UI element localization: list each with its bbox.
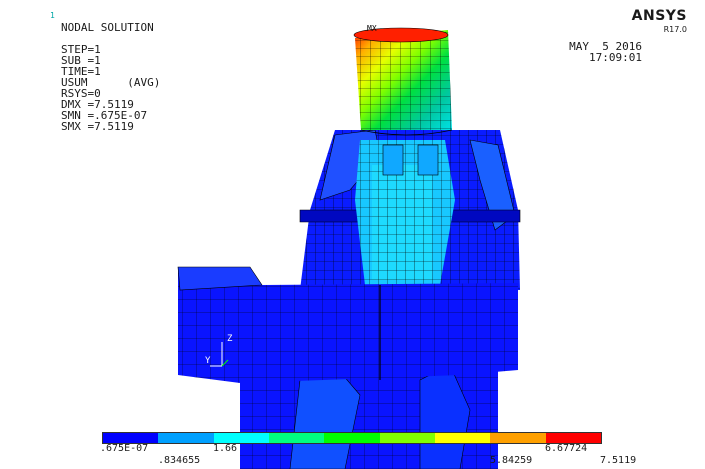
triad-y-label: Y	[205, 356, 211, 366]
legend-label: .834655	[158, 455, 201, 466]
legend-swatch	[158, 433, 214, 443]
legend-swatch	[434, 433, 491, 443]
legend-swatch	[324, 433, 380, 443]
max-marker: MX	[367, 24, 377, 33]
fe-model-render	[177, 27, 521, 469]
legend-label: 5.84259	[490, 455, 533, 466]
graphics-viewport[interactable]: 1 NODAL SOLUTION STEP=1 SUB =1 TIME=1 US…	[0, 0, 705, 469]
legend-swatch	[103, 433, 159, 443]
legend-label-max: 7.5119	[600, 455, 637, 466]
legend-label: 6.67724	[545, 443, 588, 454]
contour-legend-bar	[102, 432, 602, 444]
deformed-cylinder	[353, 27, 453, 136]
triad-z-label: Z	[227, 334, 233, 344]
legend-label: 1.66	[213, 443, 238, 454]
legend-swatch	[379, 433, 435, 443]
front-beam	[177, 266, 518, 383]
legend-label-min: .675E-07	[100, 443, 149, 454]
center-column	[355, 140, 455, 285]
legend-swatch	[545, 433, 601, 443]
legend-swatch	[490, 433, 546, 443]
legend-swatch	[213, 433, 269, 443]
legend-swatch	[268, 433, 325, 443]
